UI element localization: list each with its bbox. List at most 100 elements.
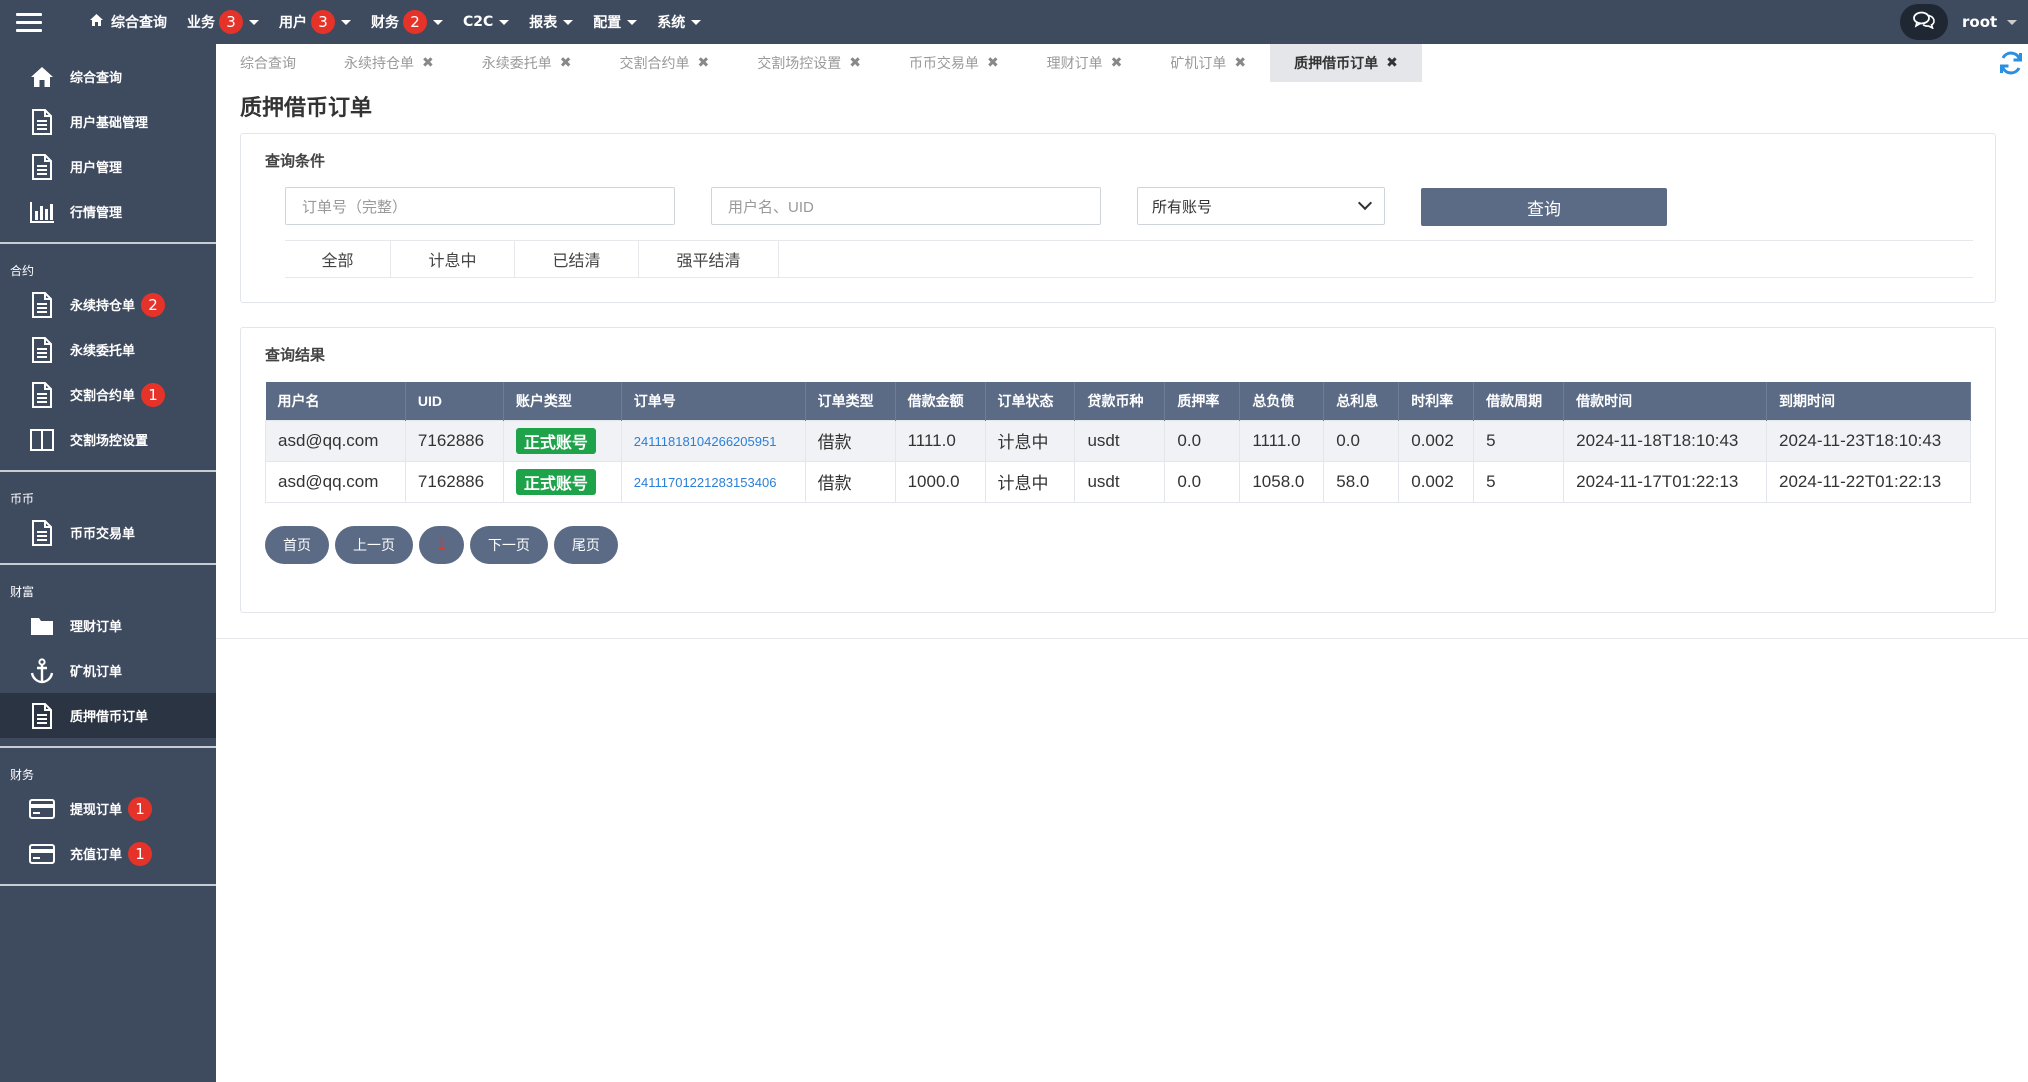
placeholder-text: 用户名、UID — [728, 198, 814, 216]
sidebar-item-deposit-orders[interactable]: 充值订单 1 — [0, 831, 216, 876]
sidebar-item-market[interactable]: 行情管理 — [0, 189, 216, 234]
next-page-button[interactable]: 下一页 — [469, 526, 548, 564]
sidebar-item-label: 理财订单 — [70, 620, 123, 635]
cell-uid: 7162886 — [404, 419, 504, 462]
current-page-button[interactable]: 1 — [419, 526, 464, 564]
document-icon — [28, 336, 56, 364]
credit-card-icon — [28, 795, 56, 823]
column-header: 用户名 — [265, 382, 406, 420]
sidebar-section-wealth: 财富 理财订单 矿机订单 质押借币订单 — [0, 565, 216, 748]
cell-hourly-rate: 0.002 — [1398, 419, 1475, 462]
tab-miner-orders[interactable]: 矿机订单 ✖ — [1146, 44, 1270, 82]
column-header: 总利息 — [1323, 382, 1400, 420]
document-icon — [28, 702, 56, 730]
cell-total-interest: 0.0 — [1323, 419, 1400, 462]
topnav-item-c2c[interactable]: C2C — [463, 14, 510, 30]
chevron-down-icon — [1357, 195, 1373, 211]
filter-liquidated[interactable]: 强平结清 — [639, 241, 779, 277]
menu-toggle-icon[interactable] — [0, 0, 58, 44]
tab-delivery-control[interactable]: 交割场控设置 ✖ — [733, 44, 885, 82]
sidebar-item-user-manage[interactable]: 用户管理 — [0, 144, 216, 189]
sidebar-item-label: 币币交易单 — [70, 527, 136, 542]
tab-finance-orders[interactable]: 理财订单 ✖ — [1023, 44, 1147, 82]
last-page-button[interactable]: 尾页 — [553, 526, 618, 564]
tab-spot-trades[interactable]: 币币交易单 ✖ — [885, 44, 1023, 82]
topnav-item-users[interactable]: 用户 3 — [279, 10, 351, 34]
sidebar-item-delivery-contracts[interactable]: 交割合约单 1 — [0, 372, 216, 417]
sidebar-item-label: 行情管理 — [70, 206, 123, 221]
close-icon[interactable]: ✖ — [1234, 55, 1246, 71]
sidebar-item-label: 矿机订单 — [70, 665, 123, 680]
refresh-icon[interactable] — [1998, 50, 2024, 76]
close-icon[interactable]: ✖ — [1386, 55, 1398, 71]
first-page-button[interactable]: 首页 — [265, 526, 329, 564]
chat-bubbles-icon — [1913, 11, 1935, 33]
order-number-input[interactable]: 订单号（完整） — [285, 187, 675, 225]
pagination: 首页 上一页 1 下一页 尾页 — [265, 526, 618, 564]
sidebar-item-overview[interactable]: 综合查询 — [0, 54, 216, 99]
query-button[interactable]: 查询 — [1421, 188, 1667, 226]
order-number-link[interactable]: 24111701221283153406 — [634, 475, 777, 490]
sidebar-section-spot: 币币 币币交易单 — [0, 472, 216, 565]
username-uid-input[interactable]: 用户名、UID — [711, 187, 1101, 225]
account-type-badge[interactable]: 正式账号 — [515, 427, 596, 454]
page-tabs: 综合查询 永续持仓单 ✖ 永续委托单 ✖ 交割合约单 ✖ 交割场控设置 ✖ 币币交易单 ✖… — [216, 44, 2028, 82]
query-panel-title: 查询条件 — [265, 152, 326, 170]
filter-accruing[interactable]: 计息中 — [391, 241, 515, 277]
tab-perpetual-positions[interactable]: 永续持仓单 ✖ — [320, 44, 458, 82]
sidebar-item-label: 质押借币订单 — [70, 710, 149, 725]
notification-badge: 3 — [311, 10, 335, 34]
results-panel-title: 查询结果 — [265, 346, 326, 364]
account-type-badge[interactable]: 正式账号 — [515, 468, 596, 495]
tab-label: 币币交易单 — [908, 56, 979, 72]
topnav-label: 综合查询 — [111, 15, 167, 31]
close-icon[interactable]: ✖ — [422, 55, 434, 71]
tab-label: 永续持仓单 — [344, 56, 414, 72]
filter-all[interactable]: 全部 — [285, 241, 391, 277]
sidebar-item-perpetual-positions[interactable]: 永续持仓单 2 — [0, 282, 216, 327]
order-number-link[interactable]: 24111818104266205951 — [634, 434, 777, 449]
close-icon[interactable]: ✖ — [1111, 55, 1123, 71]
close-icon[interactable]: ✖ — [560, 55, 572, 71]
tab-perpetual-orders[interactable]: 永续委托单 ✖ — [458, 44, 596, 82]
close-icon[interactable]: ✖ — [849, 55, 861, 71]
placeholder-text: 订单号（完整） — [302, 198, 408, 216]
caret-down-icon — [2007, 19, 2018, 25]
close-icon[interactable]: ✖ — [697, 55, 709, 71]
sidebar-item-pledge-loans[interactable]: 质押借币订单 — [0, 693, 216, 738]
caret-down-icon — [341, 19, 351, 25]
cell-status: 计息中 — [984, 419, 1076, 462]
topnav-item-reports[interactable]: 报表 — [529, 12, 574, 32]
sidebar-item-perpetual-orders[interactable]: 永续委托单 — [0, 327, 216, 372]
topnav-item-system[interactable]: 系统 — [657, 12, 702, 32]
sidebar-item-withdraw-orders[interactable]: 提现订单 1 — [0, 786, 216, 831]
tab-delivery-contracts[interactable]: 交割合约单 ✖ — [595, 44, 733, 82]
sidebar-item-finance-orders[interactable]: 理财订单 — [0, 603, 216, 648]
close-icon[interactable]: ✖ — [987, 55, 999, 71]
tab-pledge-loans[interactable]: 质押借币订单 ✖ — [1270, 44, 1422, 82]
table-header-row: 用户名 UID 账户类型 订单号 订单类型 借款金额 订单状态 贷款币种 质押率… — [265, 382, 1971, 420]
topnav-label: 报表 — [529, 15, 558, 31]
sidebar-item-delivery-control[interactable]: 交割场控设置 — [0, 417, 216, 462]
cell-account-type: 正式账号 — [502, 460, 622, 503]
account-type-select[interactable]: 所有账号 — [1137, 187, 1385, 225]
prev-page-button[interactable]: 上一页 — [335, 526, 413, 564]
topnav-item-overview[interactable]: 综合查询 — [90, 12, 167, 32]
sidebar-item-miner-orders[interactable]: 矿机订单 — [0, 648, 216, 693]
folder-icon — [28, 612, 56, 640]
caret-down-icon — [249, 19, 259, 25]
filter-settled[interactable]: 已结清 — [515, 241, 639, 277]
table-row: asd@qq.com 7162886 正式账号 2411170122128315… — [265, 460, 1971, 503]
sidebar-item-user-basic[interactable]: 用户基础管理 — [0, 99, 216, 144]
topnav-item-business[interactable]: 业务 3 — [187, 10, 259, 34]
select-value: 所有账号 — [1152, 197, 1213, 216]
cell-total-interest: 58.0 — [1323, 460, 1400, 503]
topnav-label: 用户 — [279, 15, 307, 31]
chat-button[interactable] — [1900, 4, 1948, 40]
tab-overview[interactable]: 综合查询 — [216, 44, 320, 82]
user-menu[interactable]: root — [1962, 0, 2018, 44]
topnav-item-config[interactable]: 配置 — [593, 12, 638, 32]
cell-hourly-rate: 0.002 — [1398, 460, 1475, 503]
sidebar-item-spot-trades[interactable]: 币币交易单 — [0, 510, 216, 555]
topnav-item-finance[interactable]: 财务 2 — [371, 10, 443, 34]
